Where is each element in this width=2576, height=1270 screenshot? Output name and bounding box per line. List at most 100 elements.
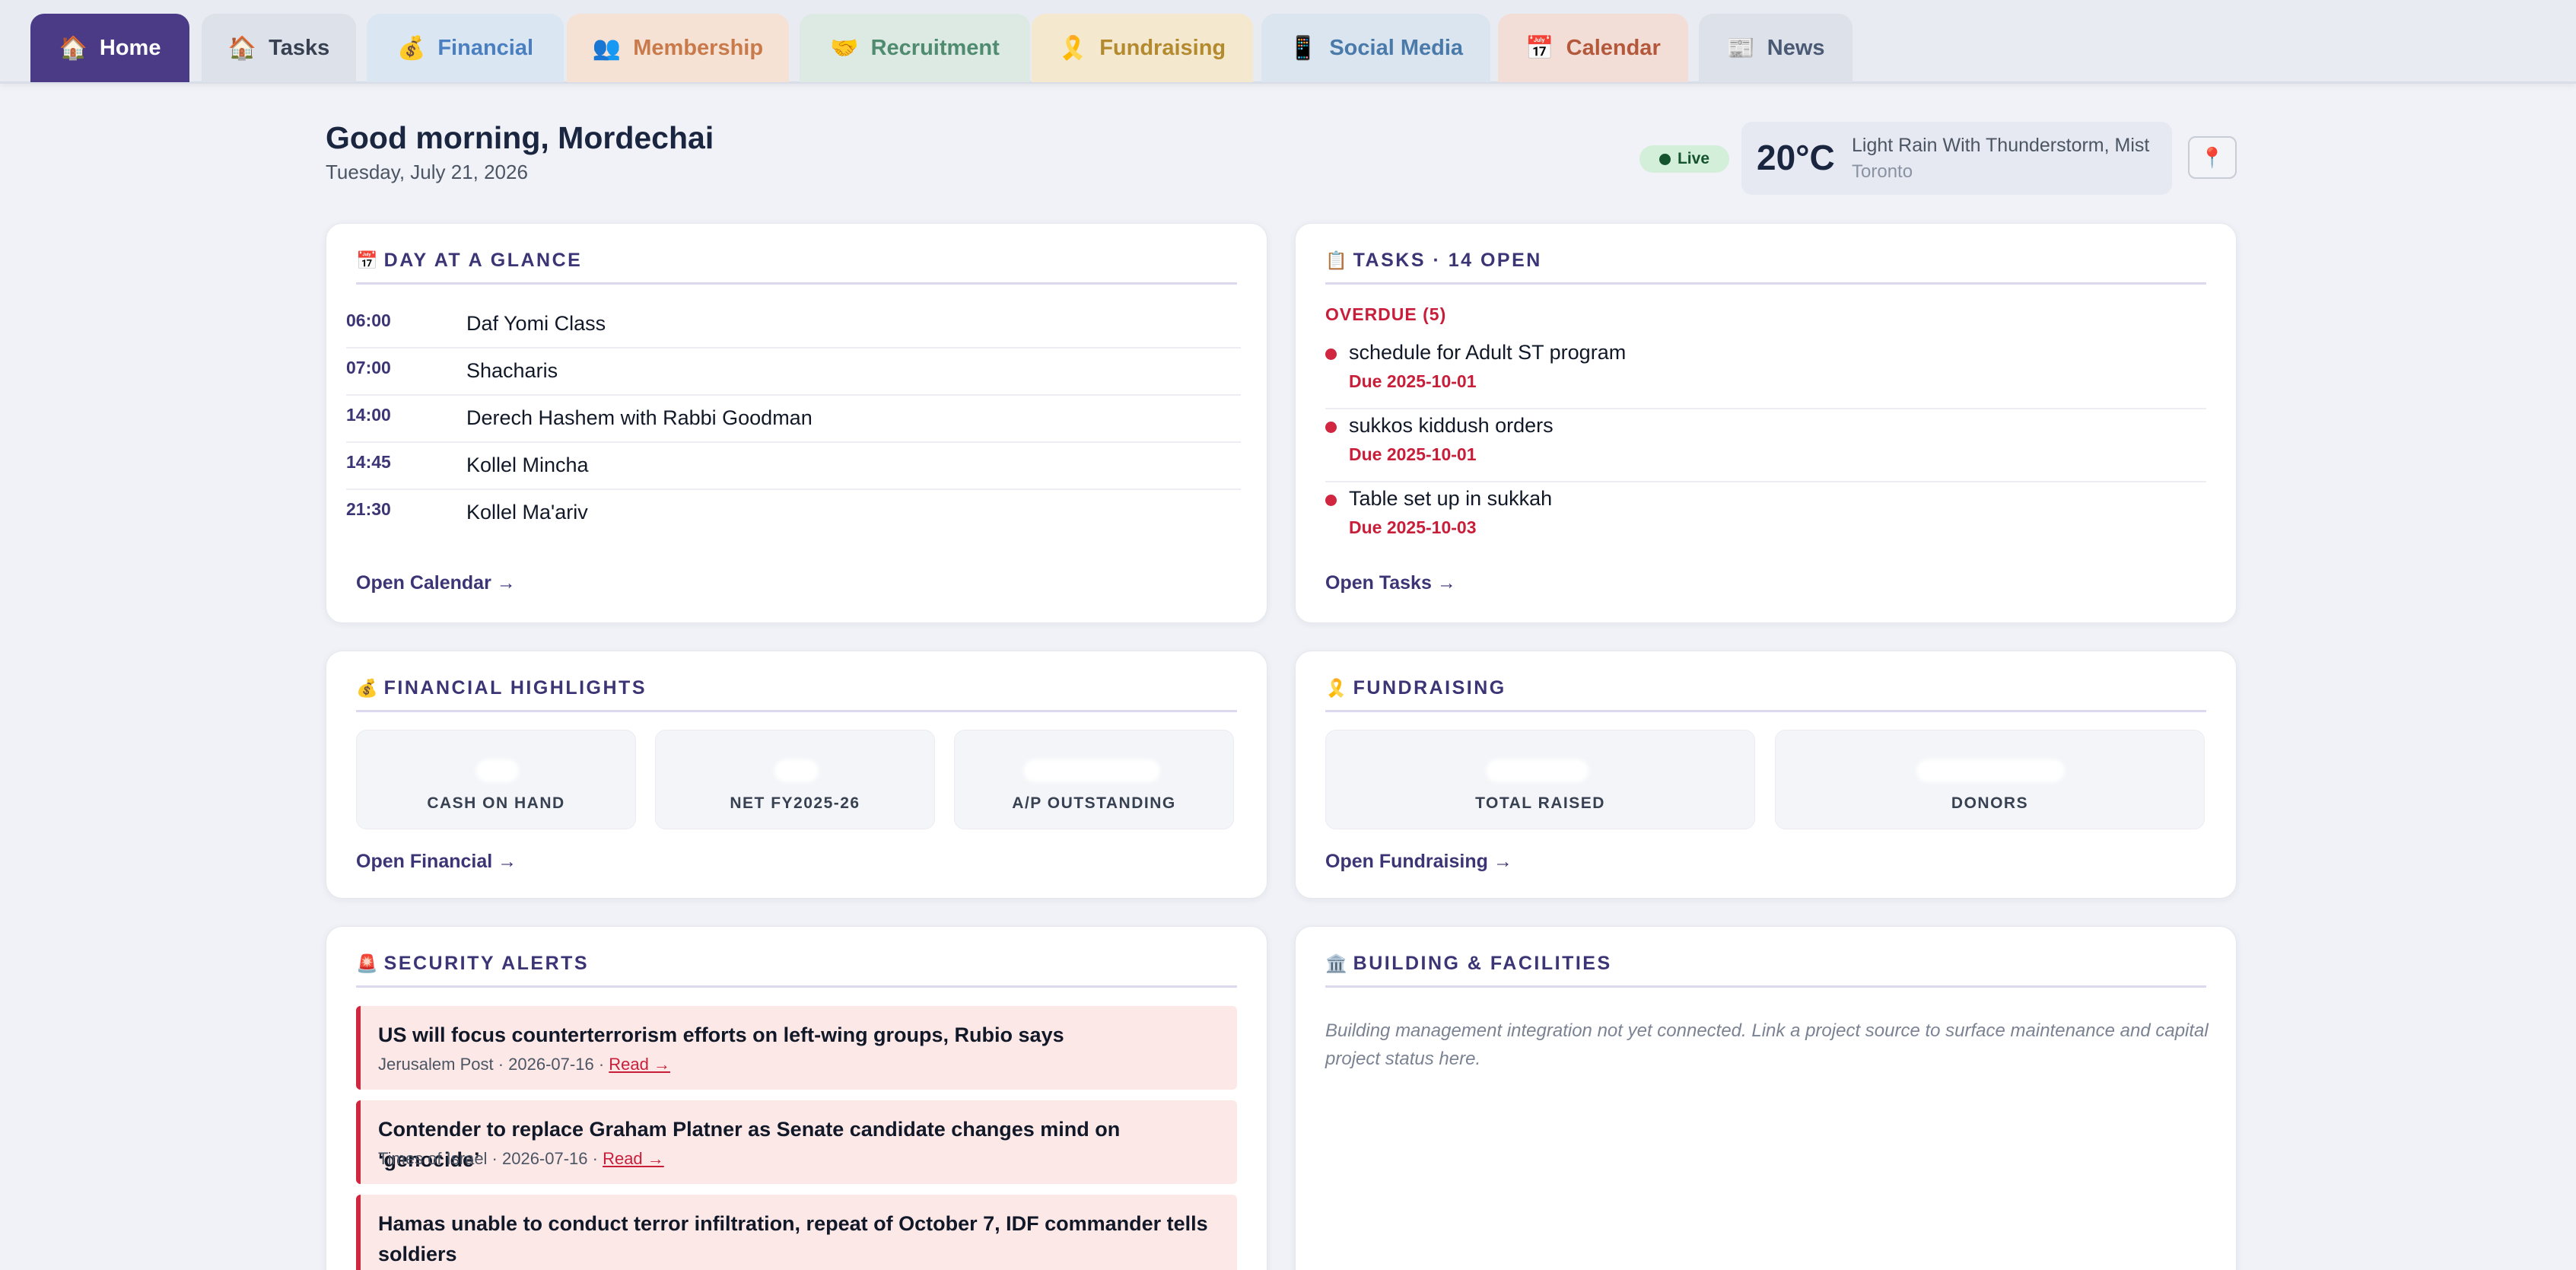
newspaper-icon: 📰 xyxy=(1726,35,1755,61)
money-bag-icon: 💰 xyxy=(396,35,426,61)
weather-temperature: 20°C xyxy=(1757,138,1835,177)
task-item[interactable]: Table set up in sukkah Due 2025-10-03 xyxy=(1325,482,2206,555)
tab-tasks[interactable]: 🏠 Tasks xyxy=(202,14,356,82)
kpi-cash-on-hand: CASH ON HAND xyxy=(356,730,636,829)
tab-fundraising[interactable]: 🎗️ Fundraising xyxy=(1032,14,1253,82)
event-name: Kollel Ma'ariv xyxy=(466,501,588,524)
event-name: Derech Hashem with Rabbi Goodman xyxy=(466,406,813,429)
schedule-row: 14:45 Kollel Mincha xyxy=(346,443,1241,490)
kpi-ap-outstanding: A/P OUTSTANDING xyxy=(954,730,1234,829)
alert-source: Times of Israel · 2026-07-16 · xyxy=(378,1149,603,1168)
card-title: 📋 TASKS · 14 OPEN xyxy=(1325,250,2206,285)
overdue-dot-icon xyxy=(1325,495,1337,506)
alert-item: Contender to replace Graham Platner as S… xyxy=(356,1100,1237,1184)
tab-calendar[interactable]: 📅 Calendar xyxy=(1498,14,1688,82)
fundraising-card: 🎗️ FUNDRAISING TOTAL RAISED DONORS Open F… xyxy=(1295,651,2237,899)
overdue-dot-icon xyxy=(1325,349,1337,360)
card-title: 🏛️ BUILDING & FACILITIES xyxy=(1325,953,2206,988)
kpi-net-fy: NET FY2025-26 xyxy=(655,730,935,829)
tab-label: Calendar xyxy=(1566,35,1661,60)
card-title-text: TASKS · 14 OPEN xyxy=(1353,250,1542,271)
alert-meta: Jerusalem Post · 2026-07-16 · Read → xyxy=(378,1055,670,1074)
open-calendar-link[interactable]: Open Calendar → xyxy=(356,572,516,594)
home-icon: 🏠 xyxy=(59,35,87,61)
task-name: schedule for Adult ST program xyxy=(1349,341,1627,364)
day-at-a-glance-card: 📅 DAY AT A GLANCE 06:00 Daf Yomi Class 07… xyxy=(326,223,1267,623)
tab-social-media[interactable]: 📱 Social Media xyxy=(1261,14,1490,82)
task-name: sukkos kiddush orders xyxy=(1349,414,1554,437)
card-title: 🚨 SECURITY ALERTS xyxy=(356,953,1237,988)
event-name: Shacharis xyxy=(466,359,558,382)
open-tasks-link[interactable]: Open Tasks → xyxy=(1325,572,1456,594)
weather-city: Toronto xyxy=(1852,161,1913,182)
schedule-row: 14:00 Derech Hashem with Rabbi Goodman xyxy=(346,396,1241,443)
ribbon-icon: 🎗️ xyxy=(1325,678,1347,698)
task-due-date: Due 2025-10-01 xyxy=(1349,371,1477,391)
alert-title: Hamas unable to conduct terror infiltrat… xyxy=(378,1212,1208,1265)
redacted-value xyxy=(1486,759,1589,782)
card-title: 📅 DAY AT A GLANCE xyxy=(356,250,1237,285)
tab-label: Tasks xyxy=(269,35,330,60)
live-badge: Live xyxy=(1639,145,1729,173)
kpi-label: A/P OUTSTANDING xyxy=(1012,794,1176,812)
event-time: 06:00 xyxy=(346,310,391,330)
schedule-row: 06:00 Daf Yomi Class xyxy=(346,301,1241,349)
alert-read-link[interactable]: Read → xyxy=(603,1149,664,1168)
tab-news[interactable]: 📰 News xyxy=(1699,14,1852,82)
tab-label: Financial xyxy=(437,35,534,60)
event-time: 21:30 xyxy=(346,499,391,519)
redacted-value xyxy=(774,759,819,782)
redacted-value xyxy=(476,759,519,782)
overdue-label: OVERDUE (5) xyxy=(1325,304,1447,324)
tab-membership[interactable]: 👥 Membership xyxy=(567,14,789,82)
task-item[interactable]: sukkos kiddush orders Due 2025-10-01 xyxy=(1325,409,2206,482)
current-date: Tuesday, July 21, 2026 xyxy=(326,161,528,183)
card-title-text: FUNDRAISING xyxy=(1353,677,1506,699)
siren-icon: 🚨 xyxy=(356,953,378,973)
card-title-text: DAY AT A GLANCE xyxy=(383,250,583,271)
building-icon: 🏛️ xyxy=(1325,953,1347,973)
live-dot-icon xyxy=(1658,153,1671,165)
weather-widget: 20°C Light Rain With Thunderstorm, Mist … xyxy=(1741,122,2172,195)
schedule-row: 21:30 Kollel Ma'ariv xyxy=(346,490,1241,537)
handshake-icon: 🤝 xyxy=(830,35,859,61)
tab-label: Fundraising xyxy=(1099,35,1226,60)
tab-label: Membership xyxy=(633,35,764,60)
kpi-label: NET FY2025-26 xyxy=(730,794,860,812)
tab-label: Recruitment xyxy=(870,35,1000,60)
open-fundraising-link[interactable]: Open Fundraising → xyxy=(1325,851,1512,873)
house-icon: 🏠 xyxy=(227,35,257,61)
card-title: 💰 FINANCIAL HIGHLIGHTS xyxy=(356,677,1237,712)
weather-condition: Light Rain With Thunderstorm, Mist xyxy=(1852,135,2150,156)
calendar-icon: 📅 xyxy=(1525,35,1554,61)
event-name: Daf Yomi Class xyxy=(466,312,606,335)
card-title-text: SECURITY ALERTS xyxy=(383,953,590,974)
phone-icon: 📱 xyxy=(1288,35,1318,61)
ribbon-icon: 🎗️ xyxy=(1058,35,1088,61)
task-name: Table set up in sukkah xyxy=(1349,487,1553,510)
security-alerts-card: 🚨 SECURITY ALERTS US will focus counterte… xyxy=(326,926,1267,1270)
alert-read-link[interactable]: Read → xyxy=(609,1055,670,1074)
task-due-date: Due 2025-10-03 xyxy=(1349,517,1477,537)
clipboard-icon: 📋 xyxy=(1325,250,1347,270)
map-pin-icon: 📍 xyxy=(2199,145,2225,169)
tab-label: News xyxy=(1767,35,1825,60)
alert-source: Jerusalem Post · 2026-07-16 · xyxy=(378,1055,609,1074)
tab-home[interactable]: 🏠 Home xyxy=(30,14,189,82)
kpi-donors: DONORS xyxy=(1775,730,2205,829)
tab-recruitment[interactable]: 🤝 Recruitment xyxy=(800,14,1030,82)
building-facilities-card: 🏛️ BUILDING & FACILITIES Building managem… xyxy=(1295,926,2237,1270)
location-button[interactable]: 📍 xyxy=(2188,136,2237,179)
tab-label: Social Media xyxy=(1329,35,1464,60)
financial-highlights-card: 💰 FINANCIAL HIGHLIGHTS CASH ON HAND NET F… xyxy=(326,651,1267,899)
building-integration-notice: Building management integration not yet … xyxy=(1325,1020,2209,1069)
alert-title: US will focus counterterrorism efforts o… xyxy=(378,1023,1064,1046)
tab-financial[interactable]: 💰 Financial xyxy=(367,14,564,82)
tab-label: Home xyxy=(99,35,161,60)
tasks-card: 📋 TASKS · 14 OPEN OVERDUE (5) schedule fo… xyxy=(1295,223,2237,623)
kpi-label: DONORS xyxy=(1951,794,2029,812)
card-title-text: FINANCIAL HIGHLIGHTS xyxy=(383,677,647,699)
schedule-row: 07:00 Shacharis xyxy=(346,349,1241,396)
open-financial-link[interactable]: Open Financial → xyxy=(356,851,517,873)
task-item[interactable]: schedule for Adult ST program Due 2025-1… xyxy=(1325,336,2206,409)
